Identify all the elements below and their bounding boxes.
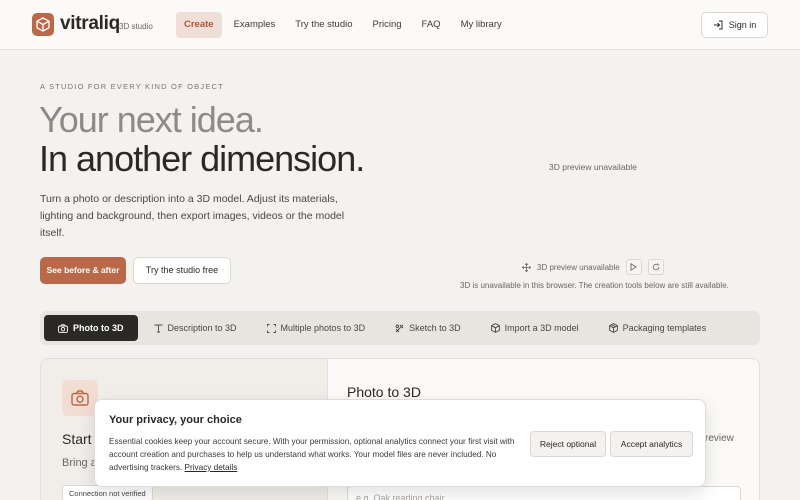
brand-name[interactable]: vitraliq bbox=[60, 13, 120, 35]
sign-in-button[interactable]: Sign in bbox=[701, 12, 768, 38]
tab-label: Multiple photos to 3D bbox=[280, 323, 366, 333]
logo-cube-icon[interactable] bbox=[32, 13, 54, 36]
privacy-details-link[interactable]: Privacy details bbox=[185, 463, 238, 472]
hero-title-line-2: In another dimension. bbox=[39, 138, 365, 179]
nav-my-library[interactable]: My library bbox=[453, 12, 510, 38]
sign-in-label: Sign in bbox=[728, 20, 757, 30]
tab-label: Packaging templates bbox=[622, 323, 707, 333]
tab-import-3d-model[interactable]: Import a 3D model bbox=[477, 315, 593, 341]
preview-unavailable-note: 3D is unavailable in this browser. The c… bbox=[460, 281, 729, 290]
camera-icon bbox=[71, 390, 89, 406]
camera-icon bbox=[58, 323, 68, 333]
reset-button[interactable] bbox=[647, 259, 664, 275]
package-icon bbox=[608, 323, 618, 333]
tab-label: Description to 3D bbox=[167, 323, 237, 333]
hero-eyebrow: A STUDIO FOR EVERY KIND OF OBJECT bbox=[40, 82, 224, 91]
tab-label: Import a 3D model bbox=[504, 323, 579, 333]
nav-examples[interactable]: Examples bbox=[226, 12, 284, 38]
cube-icon bbox=[490, 323, 500, 333]
text-icon bbox=[154, 324, 162, 332]
sign-in-icon bbox=[713, 20, 723, 30]
nav-pricing[interactable]: Pricing bbox=[365, 12, 410, 38]
tab-label: Sketch to 3D bbox=[409, 323, 461, 333]
frame-icon bbox=[266, 323, 276, 333]
nav-faq[interactable]: FAQ bbox=[414, 12, 449, 38]
play-button[interactable] bbox=[625, 259, 642, 275]
connection-status-badge: Connection not verified bbox=[62, 485, 153, 500]
reject-optional-button[interactable]: Reject optional bbox=[530, 431, 606, 457]
hero-description: Turn a photo or description into a 3D mo… bbox=[40, 193, 345, 239]
play-icon bbox=[630, 263, 638, 271]
see-before-after-button[interactable]: See before & after bbox=[40, 257, 126, 284]
tab-description-to-3d[interactable]: Description to 3D bbox=[140, 315, 251, 341]
accept-analytics-button[interactable]: Accept analytics bbox=[610, 431, 693, 457]
hero-title-line-1: Your next idea. bbox=[39, 99, 264, 140]
cookie-banner: Your privacy, your choice Essential cook… bbox=[94, 399, 706, 487]
preview-unavailable-label: 3D preview unavailable bbox=[549, 162, 637, 172]
cookie-body: Essential cookies keep your account secu… bbox=[109, 435, 515, 474]
site-header: vitraliq 3D studio Create Examples Try t… bbox=[0, 0, 800, 50]
tab-packaging-templates[interactable]: Packaging templates bbox=[595, 315, 721, 341]
brand-subtitle: 3D studio bbox=[119, 22, 153, 31]
cookie-body-text: Essential cookies keep your account secu… bbox=[109, 437, 515, 472]
nav-try-studio[interactable]: Try the studio bbox=[287, 12, 360, 38]
cookie-title: Your privacy, your choice bbox=[109, 414, 242, 426]
main-nav: Create Examples Try the studio Pricing F… bbox=[176, 12, 510, 38]
preview-toolbar: 3D preview unavailable bbox=[522, 259, 664, 275]
preview-bar-label: 3D preview unavailable bbox=[537, 262, 620, 272]
tab-sketch-to-3d[interactable]: Sketch to 3D bbox=[381, 315, 475, 341]
start-title: Start bbox=[62, 431, 92, 447]
upload-tile[interactable] bbox=[62, 380, 98, 416]
panel-title: Photo to 3D bbox=[347, 384, 421, 400]
creation-tabs: Photo to 3D Description to 3D Multiple p… bbox=[40, 311, 760, 345]
nav-create[interactable]: Create bbox=[176, 12, 222, 38]
try-studio-free-button[interactable]: Try the studio free bbox=[133, 257, 231, 284]
move-icon bbox=[522, 262, 531, 272]
bring-text: Bring a bbox=[62, 457, 97, 469]
tab-label: Photo to 3D bbox=[73, 323, 124, 333]
reset-icon bbox=[652, 263, 659, 271]
description-input[interactable] bbox=[347, 486, 741, 500]
tab-photo-to-3d[interactable]: Photo to 3D bbox=[44, 315, 138, 341]
sketch-icon bbox=[395, 324, 404, 332]
review-text: review bbox=[705, 433, 734, 444]
tab-multiple-photos-to-3d[interactable]: Multiple photos to 3D bbox=[253, 315, 380, 341]
